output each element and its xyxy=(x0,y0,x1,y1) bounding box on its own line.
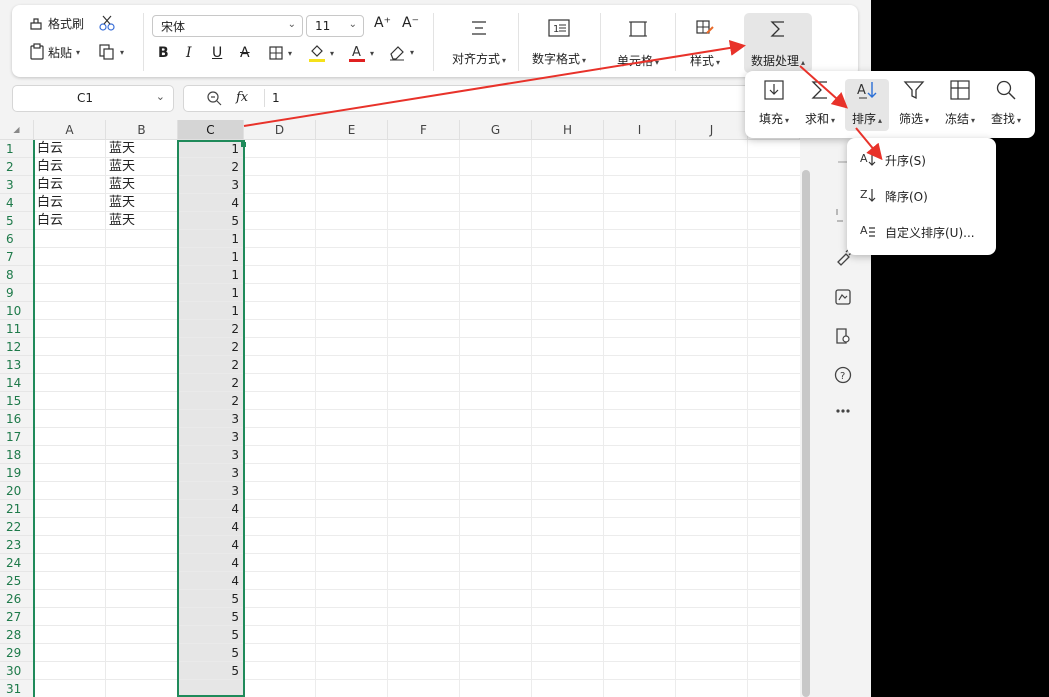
arrow-to-data-processing xyxy=(243,40,746,127)
arrow-to-sort xyxy=(799,65,848,109)
annotation-arrows xyxy=(243,40,883,161)
arrow-to-ascending xyxy=(855,127,883,161)
